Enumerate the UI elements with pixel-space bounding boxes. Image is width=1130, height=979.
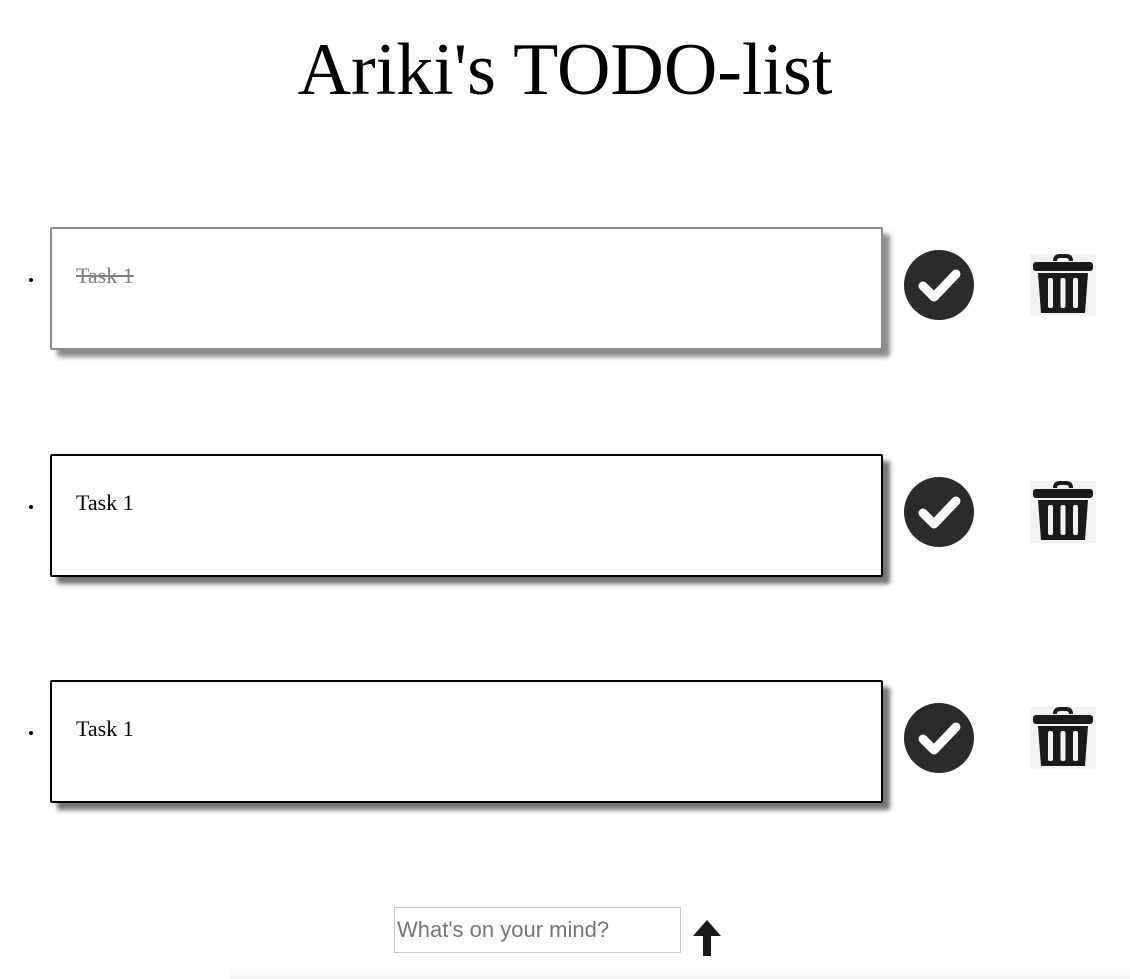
list-bullet	[29, 731, 33, 735]
delete-task-button[interactable]	[1030, 481, 1096, 543]
complete-task-button[interactable]	[904, 477, 974, 547]
arrow-up-icon	[693, 920, 721, 956]
task-card[interactable]: Task 1	[50, 227, 883, 350]
bottom-edge-shadow	[230, 968, 1130, 979]
check-circle-icon	[918, 496, 961, 529]
task-text: Task 1	[76, 716, 134, 741]
delete-task-button[interactable]	[1030, 707, 1096, 769]
task-card[interactable]: Task 1	[50, 454, 883, 577]
task-text: Task 1	[76, 263, 134, 288]
new-task-input[interactable]	[394, 907, 681, 953]
task-item: Task 1	[0, 454, 1130, 578]
page-title: Ariki's TODO-list	[297, 29, 833, 111]
trash-icon	[1033, 707, 1093, 766]
trash-icon	[1033, 254, 1093, 313]
task-card[interactable]: Task 1	[50, 680, 883, 803]
task-text: Task 1	[76, 490, 134, 515]
complete-task-button[interactable]	[904, 703, 974, 773]
list-bullet	[29, 505, 33, 509]
add-task-button[interactable]	[691, 918, 723, 958]
list-bullet	[29, 278, 33, 282]
task-item: Task 1	[0, 680, 1130, 804]
task-item: Task 1	[0, 227, 1130, 351]
delete-task-button[interactable]	[1030, 254, 1096, 316]
check-circle-icon	[918, 269, 961, 302]
complete-task-button[interactable]	[904, 250, 974, 320]
check-circle-icon	[918, 722, 961, 755]
trash-icon	[1033, 481, 1093, 540]
